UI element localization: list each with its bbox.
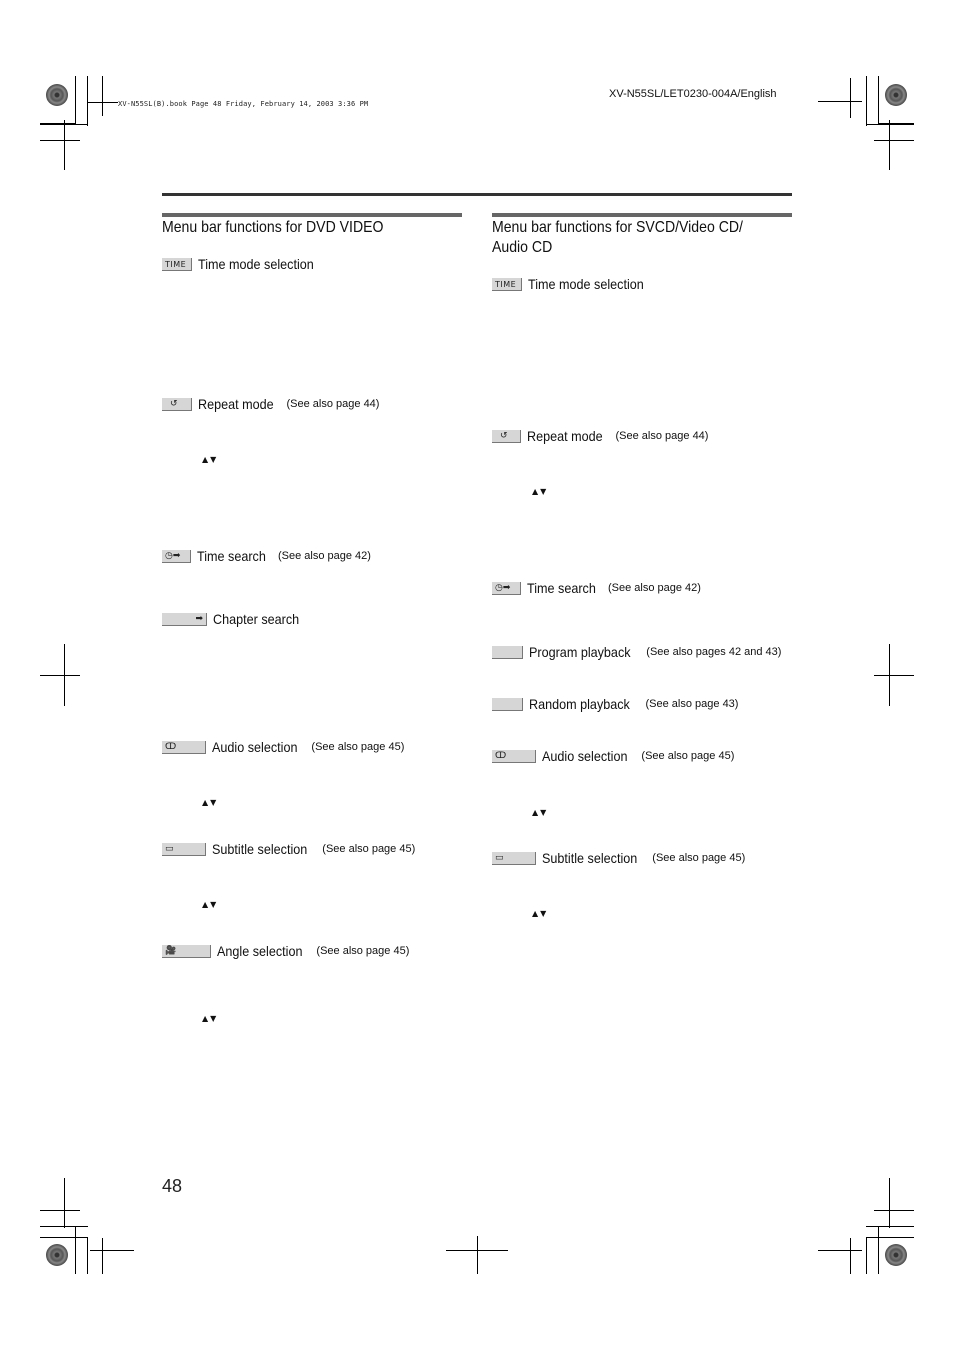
- item-label: Time search: [197, 548, 266, 564]
- left-item-audio: ↀ Audio selection (See also page 45): [162, 738, 404, 756]
- registration-target-icon: [46, 1244, 68, 1266]
- item-label: Random playback: [529, 696, 630, 712]
- item-label: Subtitle selection: [212, 841, 308, 857]
- item-label: Time mode selection: [198, 256, 314, 272]
- time-search-icon: ◷➡: [162, 549, 191, 563]
- random-icon: [492, 697, 523, 711]
- page-reference: (See also page 44): [286, 398, 380, 410]
- angle-icon: 🎥: [162, 944, 211, 958]
- up-down-arrows-icon: ▲▼: [532, 487, 549, 496]
- left-column-heading: Menu bar functions for DVD VIDEO: [162, 219, 384, 236]
- right-item-subtitle: ▭ Subtitle selection (See also page 45): [492, 849, 745, 867]
- registration-target-icon: [885, 1244, 907, 1266]
- right-item-program: Program playback (See also pages 42 and …: [492, 643, 781, 661]
- left-item-repeat: ↺ Repeat mode (See also page 44): [162, 395, 379, 413]
- page-number: 48: [162, 1176, 183, 1196]
- audio-icon: ↀ: [492, 749, 536, 763]
- item-label: Chapter search: [213, 611, 300, 627]
- left-item-angle: 🎥 Angle selection (See also page 45): [162, 942, 409, 960]
- page-reference: (See also page 45): [322, 843, 416, 855]
- item-label: Program playback: [529, 644, 631, 660]
- item-label: Subtitle selection: [542, 850, 638, 866]
- item-label: Repeat mode: [198, 396, 274, 412]
- time-search-icon: ◷➡: [492, 581, 521, 595]
- repeat-icon: ↺: [162, 397, 192, 411]
- time-icon: TIME: [162, 257, 192, 271]
- right-column-heading-line1: Menu bar functions for SVCD/Video CD/: [492, 219, 743, 236]
- up-down-arrows-icon: ▲▼: [202, 455, 219, 464]
- left-item-subtitle: ▭ Subtitle selection (See also page 45): [162, 840, 415, 858]
- right-item-random: Random playback (See also page 43): [492, 695, 738, 713]
- item-label: Audio selection: [542, 748, 628, 764]
- left-item-time-search: ◷➡ Time search (See also page 42): [162, 547, 371, 565]
- audio-icon: ↀ: [162, 740, 206, 754]
- subtitle-icon: ▭: [162, 842, 206, 856]
- item-label: Audio selection: [212, 739, 298, 755]
- item-label: Angle selection: [217, 943, 303, 959]
- left-column-rule: [162, 213, 462, 217]
- registration-target-icon: [46, 84, 68, 106]
- left-item-chapter-search: ➡ Chapter search: [162, 611, 309, 627]
- up-down-arrows-icon: ▲▼: [532, 909, 549, 918]
- subtitle-icon: ▭: [492, 851, 536, 865]
- right-item-repeat: ↺ Repeat mode (See also page 44): [492, 427, 708, 445]
- item-label: Time search: [527, 580, 596, 596]
- right-column-heading-line2: Audio CD: [492, 239, 553, 256]
- right-item-time-mode: TIME Time mode selection: [492, 276, 657, 292]
- program-icon: [492, 645, 523, 659]
- up-down-arrows-icon: ▲▼: [202, 1014, 219, 1023]
- right-item-audio: ↀ Audio selection (See also page 45): [492, 747, 734, 765]
- up-down-arrows-icon: ▲▼: [202, 900, 219, 909]
- item-label: Repeat mode: [527, 428, 603, 444]
- page-reference: (See also page 42): [607, 582, 701, 594]
- registration-target-icon: [885, 84, 907, 106]
- right-column-rule: [492, 213, 792, 217]
- top-rule: [162, 193, 792, 196]
- page-reference: (See also page 43): [645, 698, 739, 710]
- chapter-search-icon: ➡: [162, 612, 207, 626]
- document-id: XV-N55SL/LET0230-004A/English: [609, 88, 777, 100]
- page-reference: (See also page 45): [641, 750, 735, 762]
- repeat-icon: ↺: [492, 429, 521, 443]
- book-info: XV-N55SL(B).book Page 48 Friday, Februar…: [118, 100, 369, 108]
- page-reference: (See also page 45): [652, 852, 746, 864]
- page-reference: (See also page 45): [316, 945, 410, 957]
- up-down-arrows-icon: ▲▼: [202, 798, 219, 807]
- left-item-time-mode: TIME Time mode selection: [162, 256, 327, 272]
- page-reference: (See also pages 42 and 43): [646, 646, 782, 658]
- time-icon: TIME: [492, 277, 522, 291]
- up-down-arrows-icon: ▲▼: [532, 808, 549, 817]
- page-reference: (See also page 44): [615, 430, 709, 442]
- page-reference: (See also page 42): [277, 550, 371, 562]
- item-label: Time mode selection: [528, 276, 644, 292]
- right-item-time-search: ◷➡ Time search (See also page 42): [492, 579, 701, 597]
- page-reference: (See also page 45): [311, 741, 405, 753]
